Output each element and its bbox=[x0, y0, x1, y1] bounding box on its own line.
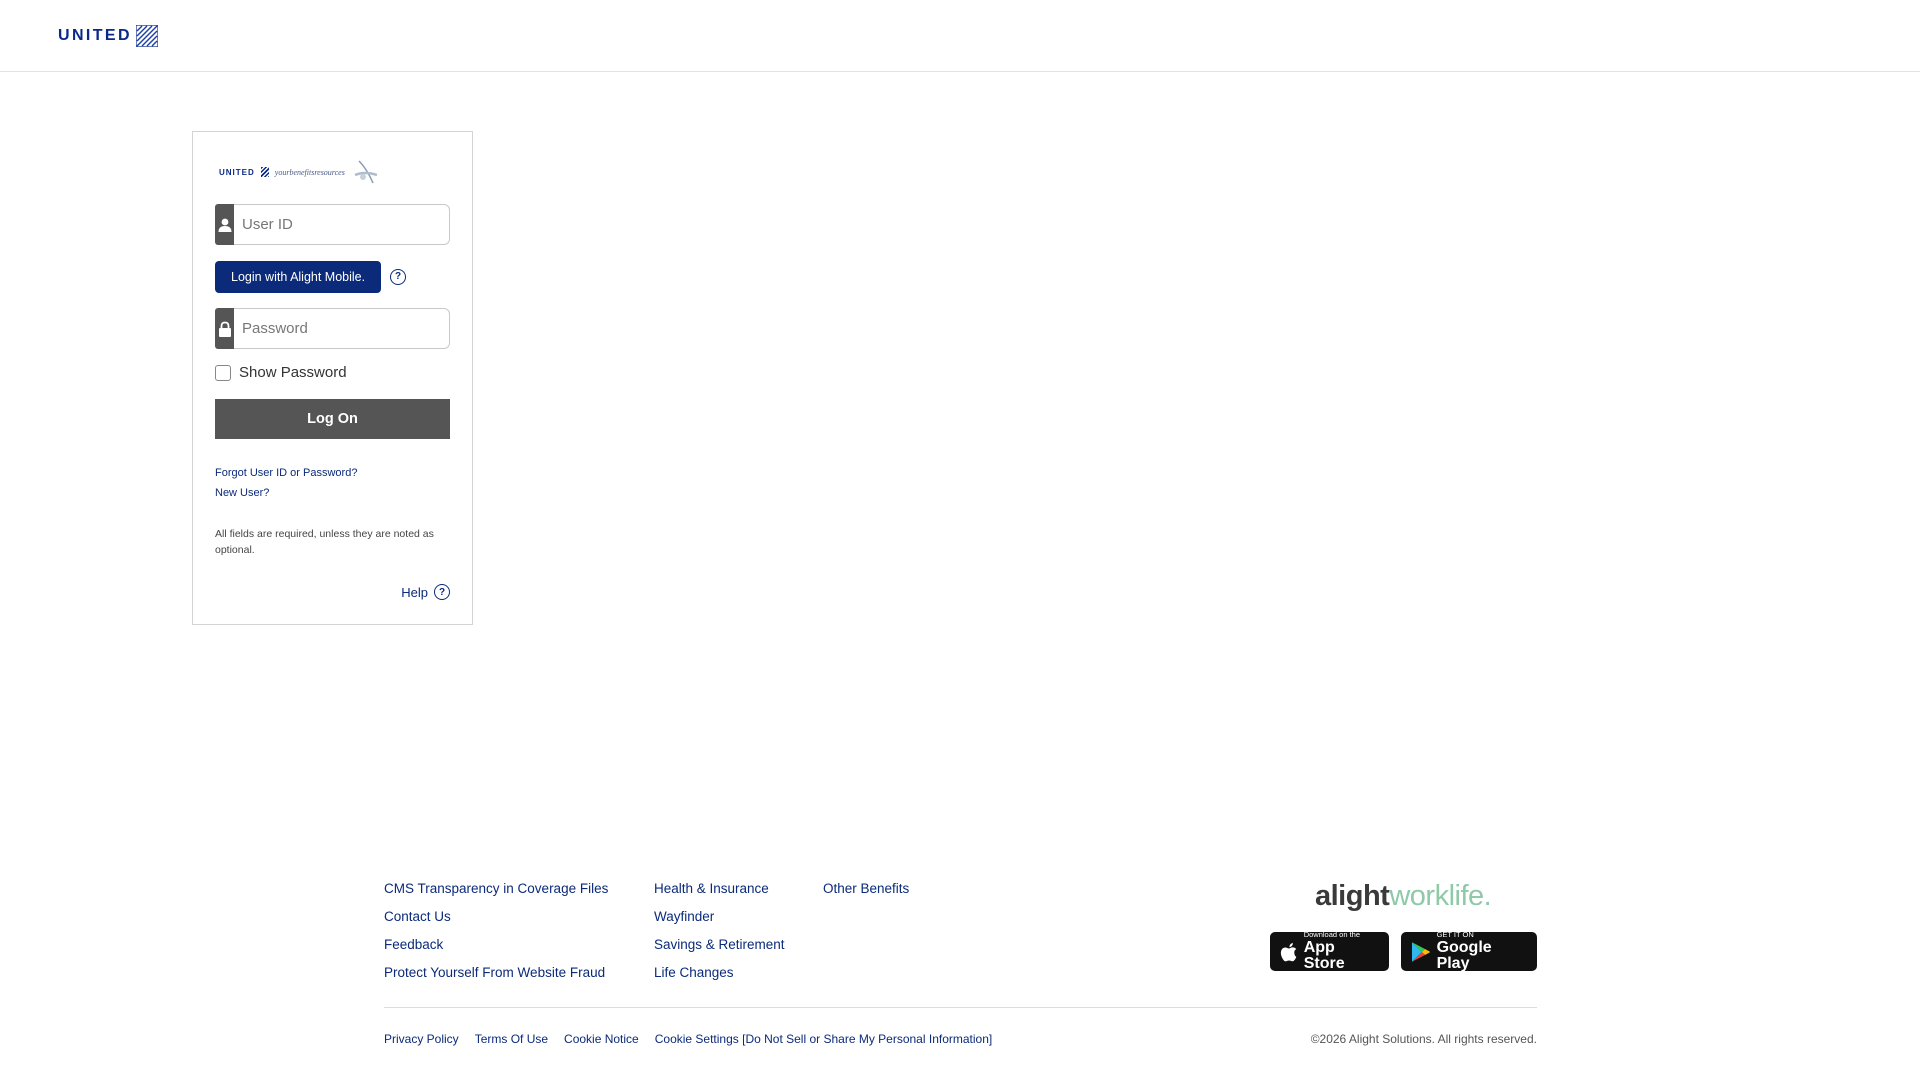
google-play-icon bbox=[1411, 941, 1430, 962]
question-circle-icon[interactable]: ? bbox=[390, 268, 407, 285]
log-on-button[interactable]: Log On bbox=[215, 399, 450, 439]
question-circle-icon[interactable]: ? bbox=[434, 584, 450, 600]
swirl-logo-icon bbox=[354, 160, 378, 184]
united-mark-icon bbox=[260, 167, 269, 177]
footer-link-feedback[interactable]: Feedback bbox=[384, 935, 654, 963]
copyright-text: ©2026 Alight Solutions. All rights reser… bbox=[1310, 1032, 1537, 1046]
mobile-login-row: Login with Alight Mobile. ? bbox=[215, 260, 407, 293]
show-password-row: Show Password bbox=[215, 364, 347, 381]
card-logo-united: UNITED bbox=[219, 167, 255, 177]
footer-column: CMS Transparency in Coverage Files Conta… bbox=[384, 879, 654, 991]
app-store-big-text: App Store bbox=[1303, 938, 1345, 972]
worklife-logo-text: worklife. bbox=[1389, 880, 1492, 912]
app-store-small-text: Download on the bbox=[1303, 930, 1361, 940]
privacy-policy-link[interactable]: Privacy Policy bbox=[384, 1032, 459, 1046]
alight-logo-text: alight bbox=[1315, 880, 1390, 912]
userid-field bbox=[215, 204, 450, 245]
footer-link-cms-transparency[interactable]: CMS Transparency in Coverage Files bbox=[384, 879, 654, 907]
new-user-link[interactable]: New User? bbox=[215, 487, 269, 499]
userid-input[interactable] bbox=[234, 204, 450, 245]
brand-text: UNITED bbox=[58, 27, 132, 44]
terms-of-use-link[interactable]: Terms Of Use bbox=[475, 1032, 548, 1046]
card-logo: UNITED yourbenefitsresources bbox=[219, 155, 381, 189]
password-field bbox=[215, 308, 450, 349]
help-link[interactable]: Help ? bbox=[401, 584, 450, 600]
footer-links: CMS Transparency in Coverage Files Conta… bbox=[384, 879, 963, 991]
app-store-text: Download on the App Store bbox=[1304, 931, 1379, 972]
forgot-credentials-link[interactable]: Forgot User ID or Password? bbox=[215, 467, 357, 479]
footer-link-life-changes[interactable]: Life Changes bbox=[654, 963, 823, 991]
required-fields-note: All fields are required, unless they are… bbox=[215, 528, 434, 556]
login-alight-mobile-button[interactable]: Login with Alight Mobile. bbox=[215, 260, 382, 293]
password-input[interactable] bbox=[234, 308, 450, 349]
help-label[interactable]: Help bbox=[401, 585, 428, 600]
alight-worklife-logo: alight worklife. bbox=[1315, 880, 1492, 913]
cookie-settings-link[interactable]: Cookie Settings [Do Not Sell or Share My… bbox=[655, 1032, 993, 1046]
united-logo[interactable]: UNITED bbox=[58, 24, 158, 48]
google-play-text: GET IT ON Google Play bbox=[1437, 931, 1527, 972]
show-password-checkbox[interactable] bbox=[215, 364, 231, 381]
google-play-big-text: Google Play bbox=[1436, 938, 1492, 972]
footer-link-savings-retirement[interactable]: Savings & Retirement bbox=[654, 935, 823, 963]
footer-legal-links: Privacy Policy Terms Of Use Cookie Notic… bbox=[384, 1032, 992, 1046]
footer-link-other-benefits[interactable]: Other Benefits bbox=[823, 879, 963, 907]
show-password-label[interactable]: Show Password bbox=[239, 364, 347, 381]
cookie-notice-link[interactable]: Cookie Notice bbox=[564, 1032, 639, 1046]
footer-link-website-fraud[interactable]: Protect Yourself From Website Fraud bbox=[384, 963, 654, 991]
google-play-small-text: GET IT ON bbox=[1436, 930, 1474, 940]
footer-link-contact-us[interactable]: Contact Us bbox=[384, 907, 654, 935]
lock-icon bbox=[215, 308, 234, 349]
united-globe-icon bbox=[135, 25, 158, 47]
login-card: UNITED yourbenefitsresources Login with … bbox=[192, 131, 473, 625]
footer-divider bbox=[384, 1007, 1537, 1008]
footer-link-wayfinder[interactable]: Wayfinder bbox=[654, 907, 823, 935]
site-header: UNITED bbox=[0, 0, 1920, 72]
apple-icon bbox=[1280, 942, 1297, 961]
google-play-badge[interactable]: GET IT ON Google Play bbox=[1401, 931, 1537, 972]
card-logo-tagline: yourbenefitsresources bbox=[274, 167, 345, 177]
user-icon bbox=[215, 204, 234, 245]
footer-column: Other Benefits bbox=[823, 879, 963, 991]
footer-column: Health & Insurance Wayfinder Savings & R… bbox=[654, 879, 823, 991]
app-store-badge[interactable]: Download on the App Store bbox=[1270, 931, 1389, 972]
footer-link-health-insurance[interactable]: Health & Insurance bbox=[654, 879, 823, 907]
